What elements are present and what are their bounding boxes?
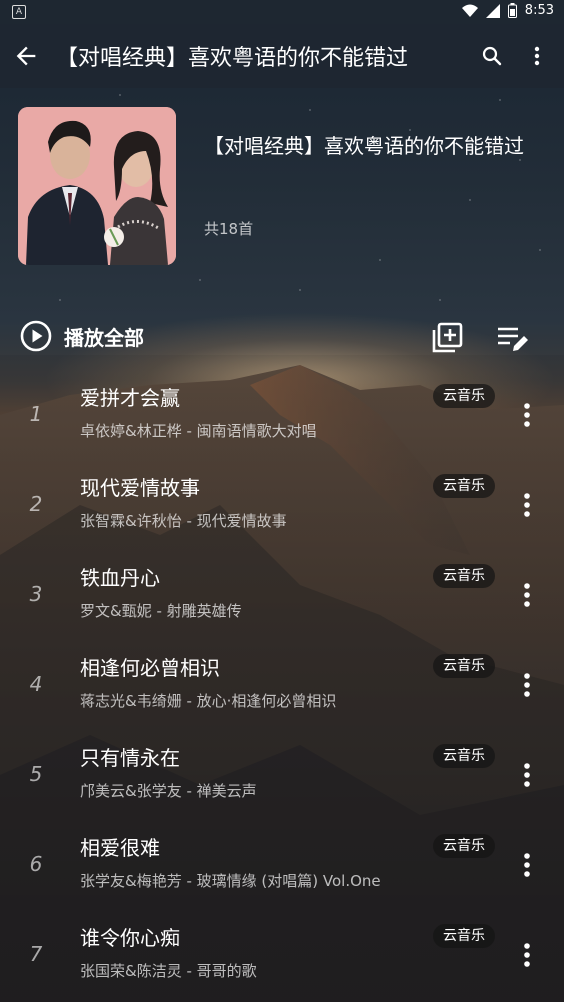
song-more-icon[interactable] [516, 580, 538, 610]
song-more-icon[interactable] [516, 490, 538, 520]
notification-icon: A [12, 5, 26, 19]
source-badge: 云音乐 [433, 924, 495, 948]
wifi-icon [461, 4, 478, 17]
song-title: 爱拼才会赢 [80, 386, 180, 410]
source-badge: 云音乐 [433, 654, 495, 678]
song-artist-album: 蒋志光&韦绮姗 - 放心·相逢何必曾相识 [80, 692, 337, 710]
back-arrow-icon[interactable] [12, 42, 40, 70]
source-badge: 云音乐 [433, 744, 495, 768]
song-artist-album: 罗文&甄妮 - 射雕英雄传 [80, 602, 242, 620]
song-title: 现代爱情故事 [80, 476, 200, 500]
song-index: 3 [29, 582, 43, 606]
play-circle-icon [20, 320, 52, 352]
song-more-icon[interactable] [516, 940, 538, 970]
song-title: 相爱很难 [80, 836, 160, 860]
song-row[interactable]: 3 铁血丹心 云音乐 罗文&甄妮 - 射雕英雄传 [0, 562, 564, 652]
song-artist-album: 张智霖&许秋怡 - 现代爱情故事 [80, 512, 287, 530]
song-artist-album: 邝美云&张学友 - 禅美云声 [80, 782, 257, 800]
song-index: 2 [29, 492, 43, 516]
song-row[interactable]: 2 现代爱情故事 云音乐 张智霖&许秋怡 - 现代爱情故事 [0, 472, 564, 562]
source-badge: 云音乐 [433, 474, 495, 498]
song-index: 4 [29, 672, 43, 696]
song-index: 1 [29, 402, 43, 426]
song-row[interactable]: 6 相爱很难 云音乐 张学友&梅艳芳 - 玻璃情缘 (对唱篇) Vol.One [0, 832, 564, 922]
song-more-icon[interactable] [516, 670, 538, 700]
edit-list-icon[interactable] [496, 322, 530, 356]
song-artist-album: 张国荣&陈洁灵 - 哥哥的歌 [80, 962, 257, 980]
song-index: 6 [29, 852, 43, 876]
status-time: 8:53 [524, 3, 554, 18]
song-title: 只有情永在 [80, 746, 180, 770]
search-icon[interactable] [480, 44, 504, 68]
add-to-playlist-icon[interactable] [430, 321, 464, 355]
song-row[interactable]: 7 谁令你心痴 云音乐 张国荣&陈洁灵 - 哥哥的歌 [0, 922, 564, 1002]
song-row[interactable]: 4 相逢何必曾相识 云音乐 蒋志光&韦绮姗 - 放心·相逢何必曾相识 [0, 652, 564, 742]
play-all-label: 播放全部 [64, 325, 144, 350]
song-row[interactable]: 1 爱拼才会赢 云音乐 卓依婷&林正桦 - 闽南语情歌大对唱 [0, 382, 564, 472]
song-title: 谁令你心痴 [80, 926, 180, 950]
song-artist-album: 张学友&梅艳芳 - 玻璃情缘 (对唱篇) Vol.One [80, 872, 381, 890]
source-badge: 云音乐 [433, 384, 495, 408]
page-title: 【对唱经典】喜欢粤语的你不能错过 [56, 46, 409, 71]
song-index: 7 [29, 942, 43, 966]
source-badge: 云音乐 [433, 834, 495, 858]
cover-illustration [18, 107, 176, 265]
signal-icon [485, 3, 500, 18]
song-more-icon[interactable] [516, 760, 538, 790]
status-bar: A 8:53 [0, 0, 564, 24]
song-artist-album: 卓依婷&林正桦 - 闽南语情歌大对唱 [80, 422, 317, 440]
battery-icon [507, 3, 517, 18]
app-bar: 【对唱经典】喜欢粤语的你不能错过 [0, 24, 564, 88]
play-all-button[interactable]: 播放全部 [20, 320, 144, 352]
song-more-icon[interactable] [516, 400, 538, 430]
playlist-cover-image [18, 107, 176, 265]
playlist-title: 【对唱经典】喜欢粤语的你不能错过 [204, 134, 524, 158]
song-row[interactable]: 5 只有情永在 云音乐 邝美云&张学友 - 禅美云声 [0, 742, 564, 832]
song-count: 共18首 [204, 220, 254, 238]
song-title: 相逢何必曾相识 [80, 656, 220, 680]
source-badge: 云音乐 [433, 564, 495, 588]
more-vert-icon[interactable] [528, 44, 546, 68]
song-index: 5 [29, 762, 43, 786]
song-more-icon[interactable] [516, 850, 538, 880]
song-title: 铁血丹心 [80, 566, 160, 590]
screen: A 8:53 【对唱经典】喜欢粤语的你不能错过 【对唱经典】喜欢粤语的你不能错过… [0, 0, 564, 1002]
status-icons: 8:53 [461, 3, 554, 18]
